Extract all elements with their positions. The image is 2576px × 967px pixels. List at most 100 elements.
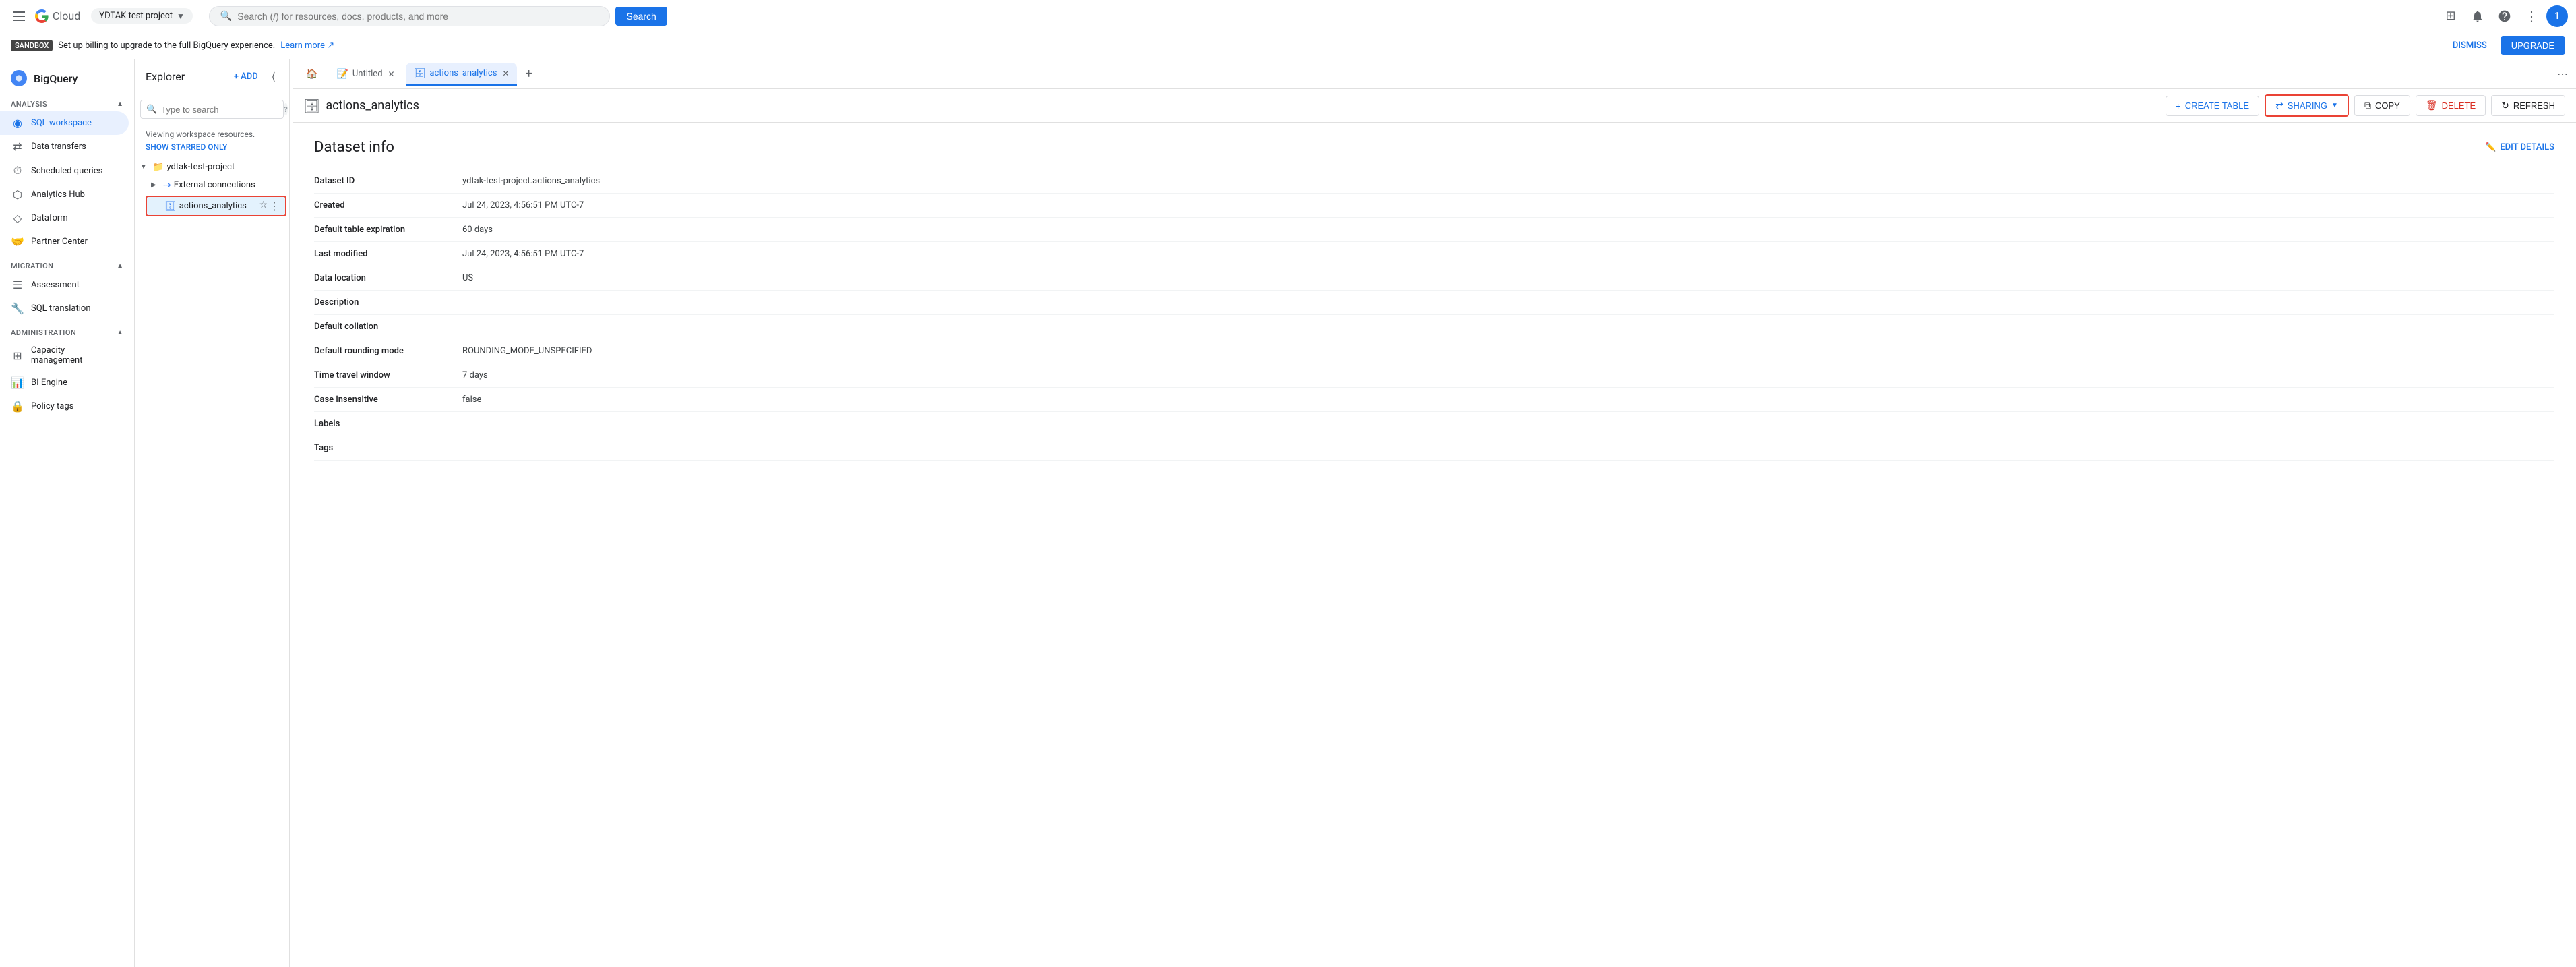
info-row: Dataset ID ydtak-test-project.actions_an… — [314, 169, 2554, 194]
help-button[interactable] — [2492, 4, 2517, 28]
copy-icon: ⧉ — [2364, 100, 2371, 111]
dataset-info-title-text: Dataset info — [314, 139, 394, 156]
sidebar-item-sql-workspace[interactable]: ◉ SQL workspace — [0, 111, 129, 135]
section-analysis-header[interactable]: Analysis ▲ — [0, 94, 134, 111]
tree-dataset-item[interactable]: 🗄 actions_analytics ☆ ⋮ — [146, 196, 286, 216]
copy-button[interactable]: ⧉ COPY — [2354, 95, 2410, 116]
capacity-management-icon: ⊞ — [11, 349, 24, 362]
show-starred-link[interactable]: SHOW STARRED ONLY — [146, 142, 227, 152]
untitled-tab-close[interactable]: ✕ — [388, 69, 395, 79]
tree-project-more[interactable]: ⋮ — [273, 160, 284, 173]
section-administration-header[interactable]: Administration ▲ — [0, 323, 134, 340]
upgrade-button[interactable]: UPGRADE — [2501, 36, 2565, 55]
info-label-9: Case insensitive — [314, 388, 462, 411]
assessment-icon: ☰ — [11, 279, 24, 291]
info-label-1: Created — [314, 194, 462, 217]
tree-external-connections-item[interactable]: ▶ ⇢ External connections ⋮ — [146, 176, 289, 194]
info-label-8: Time travel window — [314, 363, 462, 387]
explorer-header: Explorer + ADD ⟨ — [135, 59, 289, 94]
tree-indent: ▶ ⇢ External connections ⋮ 🗄 actions_ana… — [135, 176, 289, 218]
section-migration: Migration ▲ ☰ Assessment 🔧 SQL translati… — [0, 256, 134, 320]
more-options-button[interactable]: ⋮ — [2519, 4, 2544, 28]
dismiss-button[interactable]: DISMISS — [2445, 36, 2495, 55]
info-value-0: ydtak-test-project.actions_analytics — [462, 169, 2554, 193]
edit-details-label: EDIT DETAILS — [2500, 142, 2554, 152]
refresh-icon: ↻ — [2501, 100, 2509, 111]
sidebar-item-sql-translation[interactable]: 🔧 SQL translation — [0, 297, 129, 320]
section-administration-chevron: ▲ — [117, 329, 123, 336]
user-avatar[interactable]: 1 — [2546, 5, 2568, 27]
capacity-management-label: Capacity management — [31, 345, 118, 365]
new-tab-button[interactable]: + — [520, 64, 537, 84]
sidebar-item-dataform[interactable]: ◇ Dataform — [0, 206, 129, 230]
edit-details-button[interactable]: ✏️ EDIT DETAILS — [2485, 142, 2554, 152]
delete-icon: 🗑 — [2426, 100, 2438, 111]
tree-ext-toggle: ▶ — [151, 181, 160, 189]
home-tab-icon: 🏠 — [306, 69, 317, 80]
global-search-bar[interactable]: 🔍 — [209, 6, 611, 26]
cloud-text: Cloud — [53, 9, 80, 22]
refresh-button[interactable]: ↻ REFRESH — [2491, 95, 2565, 116]
delete-button[interactable]: 🗑 DELETE — [2416, 95, 2486, 116]
info-label-0: Dataset ID — [314, 169, 462, 193]
hamburger-icon — [13, 11, 25, 21]
info-value-3: Jul 24, 2023, 4:56:51 PM UTC-7 — [462, 242, 2554, 266]
tab-actions-analytics[interactable]: 🗄 actions_analytics ✕ — [406, 63, 518, 86]
dataform-icon: ◇ — [11, 212, 24, 225]
delete-label: DELETE — [2442, 100, 2476, 111]
sidebar-title: BigQuery — [34, 72, 78, 85]
notifications-button[interactable] — [2465, 4, 2490, 28]
tab-untitled[interactable]: 📝 Untitled ✕ — [328, 63, 402, 85]
create-table-button[interactable]: + CREATE TABLE — [2166, 96, 2260, 116]
add-button[interactable]: + ADD — [228, 69, 264, 84]
global-search-input[interactable] — [237, 11, 599, 22]
info-row: Time travel window 7 days — [314, 363, 2554, 388]
project-selector[interactable]: YDTAK test project ▼ — [91, 8, 193, 24]
learn-more-link[interactable]: Learn more ↗ — [280, 40, 334, 51]
tree-project-item[interactable]: ▼ 📁 ydtak-test-project ☆ ⋮ — [135, 158, 289, 176]
info-value-1: Jul 24, 2023, 4:56:51 PM UTC-7 — [462, 194, 2554, 217]
apps-button[interactable]: ⊞ — [2439, 4, 2463, 28]
policy-tags-label: Policy tags — [31, 401, 73, 411]
dataset-toolbar-icon: 🗄 — [303, 98, 320, 114]
section-migration-header[interactable]: Migration ▲ — [0, 256, 134, 273]
banner-message: Set up billing to upgrade to the full Bi… — [58, 40, 275, 51]
project-name: YDTAK test project — [99, 11, 173, 21]
explorer-actions: + ADD ⟨ — [228, 67, 278, 86]
sidebar-item-scheduled-queries[interactable]: ⏱ Scheduled queries — [0, 158, 129, 183]
search-button[interactable]: Search — [615, 7, 667, 26]
info-value-9: false — [462, 388, 2554, 411]
explorer-search-box[interactable]: 🔍 ? — [140, 100, 284, 119]
data-transfers-label: Data transfers — [31, 142, 86, 152]
sharing-button[interactable]: ⇄ SHARING ▼ — [2265, 94, 2349, 117]
tree-dataset-star[interactable]: ☆ — [259, 200, 268, 212]
tab-more-button[interactable]: ⋯ — [2554, 65, 2571, 83]
info-row: Description — [314, 291, 2554, 315]
project-dropdown-icon: ▼ — [177, 11, 185, 21]
sidebar: BigQuery Analysis ▲ ◉ SQL workspace ⇄ Da… — [0, 59, 135, 967]
sidebar-item-assessment[interactable]: ☰ Assessment — [0, 273, 129, 297]
google-cloud-icon — [35, 9, 49, 23]
tree-dataset-more[interactable]: ⋮ — [269, 200, 280, 212]
tree-project-icon: 📁 — [152, 162, 164, 173]
main-content: 🏠 ✕ 📝 Untitled ✕ 🗄 actions_analytics ✕ +… — [293, 59, 2576, 967]
tree-project-star[interactable]: ☆ — [263, 160, 272, 173]
sidebar-item-bi-engine[interactable]: 📊 BI Engine — [0, 371, 129, 394]
sidebar-item-policy-tags[interactable]: 🔒 Policy tags — [0, 394, 129, 418]
actions-analytics-tab-label: actions_analytics — [429, 68, 497, 78]
explorer-search-input[interactable] — [161, 105, 280, 115]
actions-analytics-tab-close[interactable]: ✕ — [502, 69, 509, 78]
sidebar-item-data-transfers[interactable]: ⇄ Data transfers — [0, 135, 129, 158]
sandbox-badge: SANDBOX — [11, 40, 53, 51]
collapse-panel-button[interactable]: ⟨ — [269, 67, 278, 86]
sidebar-item-partner-center[interactable]: 🤝 Partner Center — [0, 230, 129, 254]
explorer-search-help-icon: ? — [284, 103, 287, 115]
toolbar-actions: + CREATE TABLE ⇄ SHARING ▼ ⧉ COPY 🗑 DELE… — [2166, 94, 2566, 117]
tab-home[interactable]: 🏠 ✕ — [298, 63, 326, 85]
menu-button[interactable] — [8, 5, 30, 27]
sidebar-item-analytics-hub[interactable]: ⬡ Analytics Hub — [0, 183, 129, 206]
info-label-2: Default table expiration — [314, 218, 462, 241]
sidebar-item-capacity-management[interactable]: ⊞ Capacity management — [0, 340, 129, 371]
sql-workspace-label: SQL workspace — [31, 118, 92, 128]
tree-ext-more[interactable]: ⋮ — [273, 179, 284, 192]
